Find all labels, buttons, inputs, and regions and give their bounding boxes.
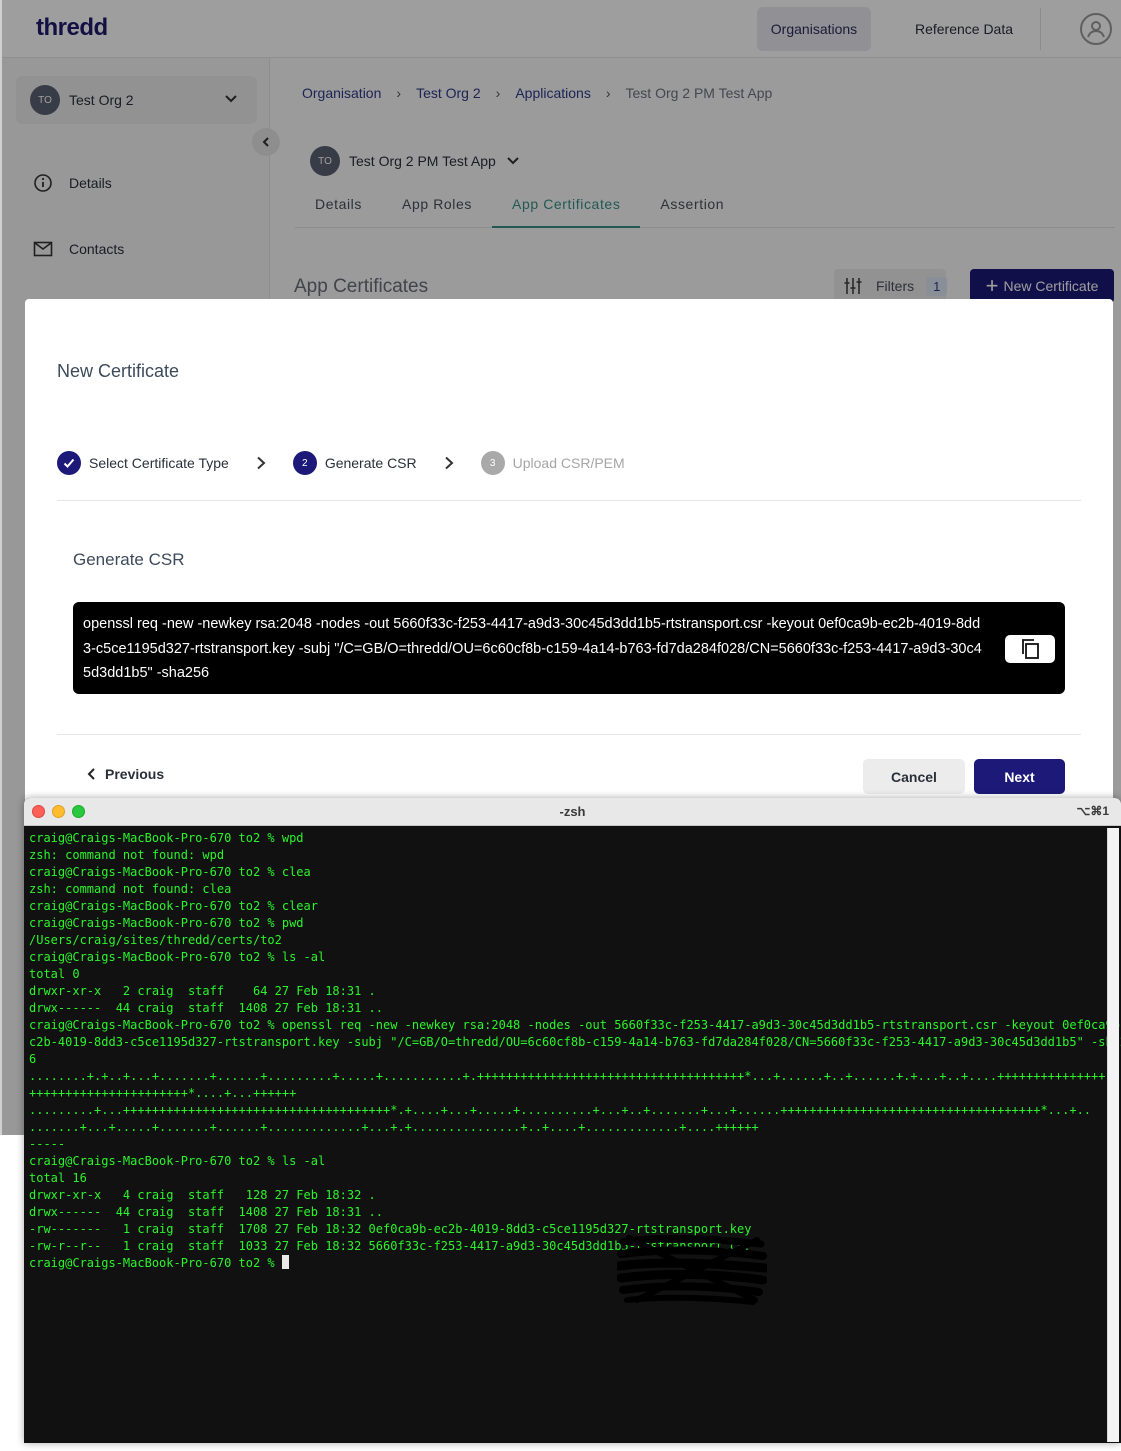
- step-label: Generate CSR: [324, 455, 417, 471]
- terminal-shortcut: ⌥⌘1: [1076, 804, 1109, 818]
- copy-button[interactable]: [1005, 635, 1055, 663]
- step-number: 2: [292, 451, 317, 475]
- terminal-line: total 0: [29, 967, 80, 981]
- terminal-line: -rw------- 1 craig staff 1708 27 Feb 18:…: [29, 1222, 752, 1236]
- modal-divider: [57, 734, 1081, 735]
- terminal-line: craig@Craigs-MacBook-Pro-670 to2 % ls -a…: [29, 1154, 326, 1168]
- terminal-line: total 16: [29, 1171, 87, 1185]
- terminal-line: drwx------ 44 craig staff 1408 27 Feb 18…: [29, 1205, 384, 1219]
- terminal-body[interactable]: craig@Craigs-MacBook-Pro-670 to2 % wpd zs…: [29, 830, 1121, 1440]
- terminal-line: 6: [29, 1052, 37, 1066]
- terminal-line: craig@Craigs-MacBook-Pro-670 to2 %: [29, 1255, 1104, 1272]
- step-upload-csr-pem: 3 Upload CSR/PEM: [480, 451, 625, 475]
- terminal-line: -----: [29, 1137, 66, 1151]
- terminal-line: craig@Craigs-MacBook-Pro-670 to2 % pwd: [29, 916, 304, 930]
- terminal-title: -zsh: [559, 804, 586, 819]
- step-label: Select Certificate Type: [89, 455, 229, 471]
- redaction-scribble: [617, 1234, 767, 1305]
- check-icon: [57, 451, 81, 475]
- terminal-line: ........+.+..+...+.......+......+.......…: [29, 1069, 1106, 1083]
- openssl-command-text[interactable]: openssl req -new -newkey rsa:2048 -nodes…: [83, 612, 985, 686]
- terminal-line: .........+...+++++++++++++++++++++++++++…: [29, 1103, 1092, 1117]
- new-certificate-modal: New Certificate Select Certificate Type …: [25, 299, 1113, 809]
- step-label: Upload CSR/PEM: [512, 455, 625, 471]
- terminal-scrollbar[interactable]: [1107, 828, 1119, 1442]
- chevron-right-icon: [239, 451, 283, 475]
- terminal-line: drwx------ 44 craig staff 1408 27 Feb 18…: [29, 1001, 384, 1015]
- terminal-output: craig@Craigs-MacBook-Pro-670 to2 % wpd zs…: [29, 830, 1121, 1272]
- next-button[interactable]: Next: [974, 759, 1065, 794]
- terminal-line: drwxr-xr-x 2 craig staff 64 27 Feb 18:31…: [29, 984, 376, 998]
- terminal-line: craig@Craigs-MacBook-Pro-670 to2 % wpd: [29, 831, 304, 845]
- terminal-line: /Users/craig/sites/thredd/certs/to2: [29, 933, 282, 947]
- chevron-left-icon: [87, 768, 97, 780]
- step-select-certificate-type: Select Certificate Type: [57, 451, 229, 475]
- previous-button[interactable]: Previous: [87, 766, 164, 782]
- stepper: Select Certificate Type 2 Generate CSR 3…: [57, 451, 1081, 501]
- terminal-line: craig@Craigs-MacBook-Pro-670 to2 % ls -a…: [29, 950, 326, 964]
- chevron-right-icon: [427, 451, 471, 475]
- terminal-line: .......+...+.....+.......+......+.......…: [29, 1120, 759, 1134]
- terminal-line: craig@Craigs-MacBook-Pro-670 to2 % clear: [29, 899, 318, 913]
- terminal-line: -rw-r--r-- 1 craig staff 1033 27 Feb 18:…: [29, 1239, 752, 1253]
- step-generate-csr: 2 Generate CSR: [292, 451, 417, 475]
- previous-label: Previous: [105, 766, 165, 782]
- terminal-line: c2b-4019-8dd3-c5ce1195d327-rtstransport.…: [29, 1035, 1121, 1049]
- terminal-line: craig@Craigs-MacBook-Pro-670 to2 % opens…: [29, 1018, 1121, 1032]
- modal-title: New Certificate: [57, 361, 180, 381]
- terminal-line: zsh: command not found: clea: [29, 882, 232, 896]
- generate-csr-title: Generate CSR: [73, 550, 185, 569]
- terminal-line: zsh: command not found: wpd: [29, 848, 225, 862]
- step-number: 3: [480, 451, 505, 475]
- terminal-line: ++++++++++++++++++++++*....+...++++++: [29, 1086, 297, 1100]
- openssl-command-block: openssl req -new -newkey rsa:2048 -nodes…: [73, 602, 1065, 694]
- copy-icon: [1020, 638, 1040, 660]
- cancel-button[interactable]: Cancel: [863, 759, 965, 794]
- terminal-line: drwxr-xr-x 4 craig staff 128 27 Feb 18:3…: [29, 1188, 376, 1202]
- terminal-line: craig@Craigs-MacBook-Pro-670 to2 % clea: [29, 865, 311, 879]
- terminal-cursor: [281, 1255, 289, 1269]
- terminal-window: -zsh ⌥⌘1 craig@Craigs-MacBook-Pro-670 to…: [24, 798, 1121, 1443]
- terminal-titlebar[interactable]: -zsh ⌥⌘1: [24, 798, 1121, 826]
